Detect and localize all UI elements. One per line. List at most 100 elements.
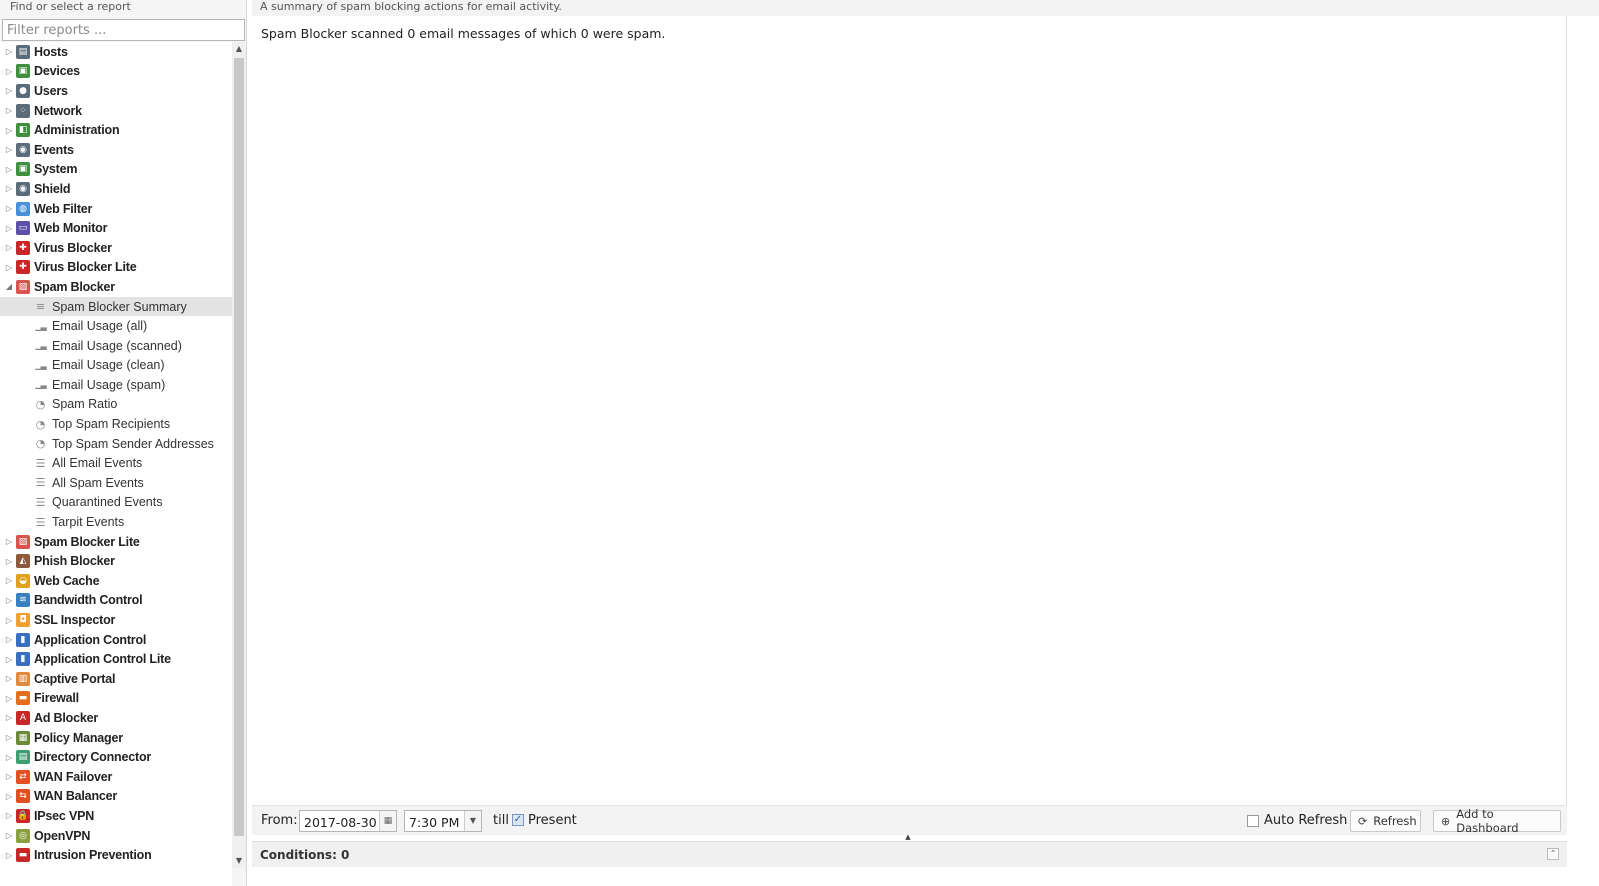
collapsed-arrow-icon[interactable]: ▷ [4, 165, 14, 174]
tree-item-wan-balancer[interactable]: ▷ ⇆ WAN Balancer [0, 787, 232, 807]
collapsed-arrow-icon[interactable]: ▷ [4, 635, 14, 644]
text-icon: ≡ [35, 300, 46, 314]
tree-item-bandwidth-control[interactable]: ▷ ≋ Bandwidth Control [0, 591, 232, 611]
splitter-handle-icon[interactable]: ▲ [890, 834, 926, 841]
auto-refresh-checkbox[interactable] [1247, 815, 1259, 827]
tree-item-spam-blocker[interactable]: ◢ ▨ Spam Blocker [0, 277, 232, 297]
collapsed-arrow-icon[interactable]: ▷ [4, 67, 14, 76]
collapsed-arrow-icon[interactable]: ▷ [4, 557, 14, 566]
collapsed-arrow-icon[interactable]: ▷ [4, 184, 14, 193]
collapsed-arrow-icon[interactable]: ▷ [4, 106, 14, 115]
report-item-email-usage-scanned-[interactable]: ▁▃ Email Usage (scanned) [0, 336, 232, 356]
collapsed-arrow-icon[interactable]: ▷ [4, 733, 14, 742]
collapsed-arrow-icon[interactable]: ▷ [4, 851, 14, 860]
expand-up-icon[interactable]: ⌃ [1547, 848, 1559, 860]
collapsed-arrow-icon[interactable]: ▷ [4, 674, 14, 683]
report-item-top-spam-sender-addresses[interactable]: ◔ Top Spam Sender Addresses [0, 434, 232, 454]
filter-reports-input[interactable] [2, 19, 245, 41]
bar-chart-icon: ▁▃ [35, 380, 46, 390]
tree-item-label: Ad Blocker [34, 710, 98, 725]
tree-item-policy-manager[interactable]: ▷ ▦ Policy Manager [0, 728, 232, 748]
collapsed-arrow-icon[interactable]: ▷ [4, 831, 14, 840]
collapsed-arrow-icon[interactable]: ▷ [4, 576, 14, 585]
refresh-button[interactable]: ⟳ Refresh [1350, 810, 1421, 832]
tree-item-users[interactable]: ▷ ● Users [0, 81, 232, 101]
tree-item-wan-failover[interactable]: ▷ ⇄ WAN Failover [0, 767, 232, 787]
chevron-down-icon[interactable]: ▼ [464, 811, 481, 831]
report-item-email-usage-spam-[interactable]: ▁▃ Email Usage (spam) [0, 375, 232, 395]
tree-item-application-control-lite[interactable]: ▷ ▮ Application Control Lite [0, 649, 232, 669]
collapsed-arrow-icon[interactable]: ▷ [4, 145, 14, 154]
from-label: From: [261, 813, 298, 828]
collapsed-arrow-icon[interactable]: ▷ [4, 811, 14, 820]
tree-item-captive-portal[interactable]: ▷ ▥ Captive Portal [0, 669, 232, 689]
conditions-panel[interactable]: Conditions: 0 ⌃ [252, 841, 1567, 867]
tree-item-devices[interactable]: ▷ ▣ Devices [0, 62, 232, 82]
report-item-all-email-events[interactable]: ☰ All Email Events [0, 453, 232, 473]
add-to-dashboard-button[interactable]: ⊕ Add to Dashboard [1433, 807, 1561, 835]
administration-icon: ◧ [16, 123, 30, 138]
report-summary-text: Spam Blocker scanned 0 email messages of… [261, 26, 666, 41]
tree-item-ad-blocker[interactable]: ▷ A Ad Blocker [0, 708, 232, 728]
report-item-email-usage-all-[interactable]: ▁▃ Email Usage (all) [0, 316, 232, 336]
scroll-down-arrow-icon[interactable]: ▼ [232, 854, 246, 868]
from-time-input[interactable] [405, 811, 469, 833]
collapsed-arrow-icon[interactable]: ▷ [4, 126, 14, 135]
tree-item-administration[interactable]: ▷ ◧ Administration [0, 120, 232, 140]
tree-item-ssl-inspector[interactable]: ▷ ◘ SSL Inspector [0, 610, 232, 630]
intrusion-prevention-icon: ▬ [16, 848, 30, 863]
calendar-icon[interactable]: ▦ [379, 811, 396, 831]
tree-item-ipsec-vpn[interactable]: ▷ 🔒 IPsec VPN [0, 806, 232, 826]
tree-item-web-monitor[interactable]: ▷ ▭ Web Monitor [0, 218, 232, 238]
report-item-top-spam-recipients[interactable]: ◔ Top Spam Recipients [0, 414, 232, 434]
collapsed-arrow-icon[interactable]: ▷ [4, 753, 14, 762]
tree-item-directory-connector[interactable]: ▷ ▤ Directory Connector [0, 747, 232, 767]
tree-item-firewall[interactable]: ▷ ▬ Firewall [0, 689, 232, 709]
report-item-all-spam-events[interactable]: ☰ All Spam Events [0, 473, 232, 493]
tree-item-openvpn[interactable]: ▷ ◎ OpenVPN [0, 826, 232, 846]
report-item-spam-ratio[interactable]: ◔ Spam Ratio [0, 395, 232, 415]
report-item-tarpit-events[interactable]: ☰ Tarpit Events [0, 512, 232, 532]
collapsed-arrow-icon[interactable]: ▷ [4, 655, 14, 664]
collapsed-arrow-icon[interactable]: ▷ [4, 694, 14, 703]
scroll-up-arrow-icon[interactable]: ▲ [232, 42, 246, 56]
tree-item-network[interactable]: ▷ ⁘ Network [0, 101, 232, 121]
collapsed-arrow-icon[interactable]: ▷ [4, 47, 14, 56]
collapsed-arrow-icon[interactable]: ▷ [4, 596, 14, 605]
tree-item-application-control[interactable]: ▷ ▮ Application Control [0, 630, 232, 650]
tree-item-intrusion-prevention[interactable]: ▷ ▬ Intrusion Prevention [0, 845, 232, 865]
tree-item-system[interactable]: ▷ ▣ System [0, 160, 232, 180]
expanded-arrow-icon[interactable]: ◢ [4, 282, 14, 291]
tree-item-hosts[interactable]: ▷ ▤ Hosts [0, 42, 232, 62]
report-item-quarantined-events[interactable]: ☰ Quarantined Events [0, 493, 232, 513]
report-item-spam-blocker-summary[interactable]: ≡ Spam Blocker Summary [0, 296, 232, 317]
report-item-label: All Spam Events [52, 475, 144, 490]
collapsed-arrow-icon[interactable]: ▷ [4, 792, 14, 801]
tree-item-phish-blocker[interactable]: ▷ ◭ Phish Blocker [0, 551, 232, 571]
collapsed-arrow-icon[interactable]: ▷ [4, 224, 14, 233]
collapsed-arrow-icon[interactable]: ▷ [4, 263, 14, 272]
tree-scrollbar[interactable]: ▲ ▼ [232, 42, 246, 868]
auto-refresh-label[interactable]: Auto Refresh [1264, 813, 1347, 828]
collapsed-arrow-icon[interactable]: ▷ [4, 713, 14, 722]
tree-item-web-filter[interactable]: ▷ ◍ Web Filter [0, 199, 232, 219]
scroll-thumb[interactable] [234, 58, 244, 836]
collapsed-arrow-icon[interactable]: ▷ [4, 537, 14, 546]
tree-item-events[interactable]: ▷ ◉ Events [0, 140, 232, 160]
tree-item-virus-blocker[interactable]: ▷ ✚ Virus Blocker [0, 238, 232, 258]
present-label[interactable]: Present [528, 813, 577, 828]
collapsed-arrow-icon[interactable]: ▷ [4, 772, 14, 781]
tree-item-shield[interactable]: ▷ ◉ Shield [0, 179, 232, 199]
collapsed-arrow-icon[interactable]: ▷ [4, 86, 14, 95]
collapsed-arrow-icon[interactable]: ▷ [4, 204, 14, 213]
tree-item-virus-blocker-lite[interactable]: ▷ ✚ Virus Blocker Lite [0, 258, 232, 278]
from-date-input[interactable] [300, 811, 386, 833]
report-item-email-usage-clean-[interactable]: ▁▃ Email Usage (clean) [0, 356, 232, 376]
tree-item-web-cache[interactable]: ▷ ◒ Web Cache [0, 571, 232, 591]
collapsed-arrow-icon[interactable]: ▷ [4, 616, 14, 625]
from-date-field[interactable]: ▦ [299, 810, 397, 833]
present-checkbox[interactable]: ✓ [512, 814, 524, 826]
from-time-field[interactable]: ▼ [404, 810, 482, 833]
collapsed-arrow-icon[interactable]: ▷ [4, 243, 14, 252]
tree-item-spam-blocker-lite[interactable]: ▷ ▨ Spam Blocker Lite [0, 532, 232, 552]
